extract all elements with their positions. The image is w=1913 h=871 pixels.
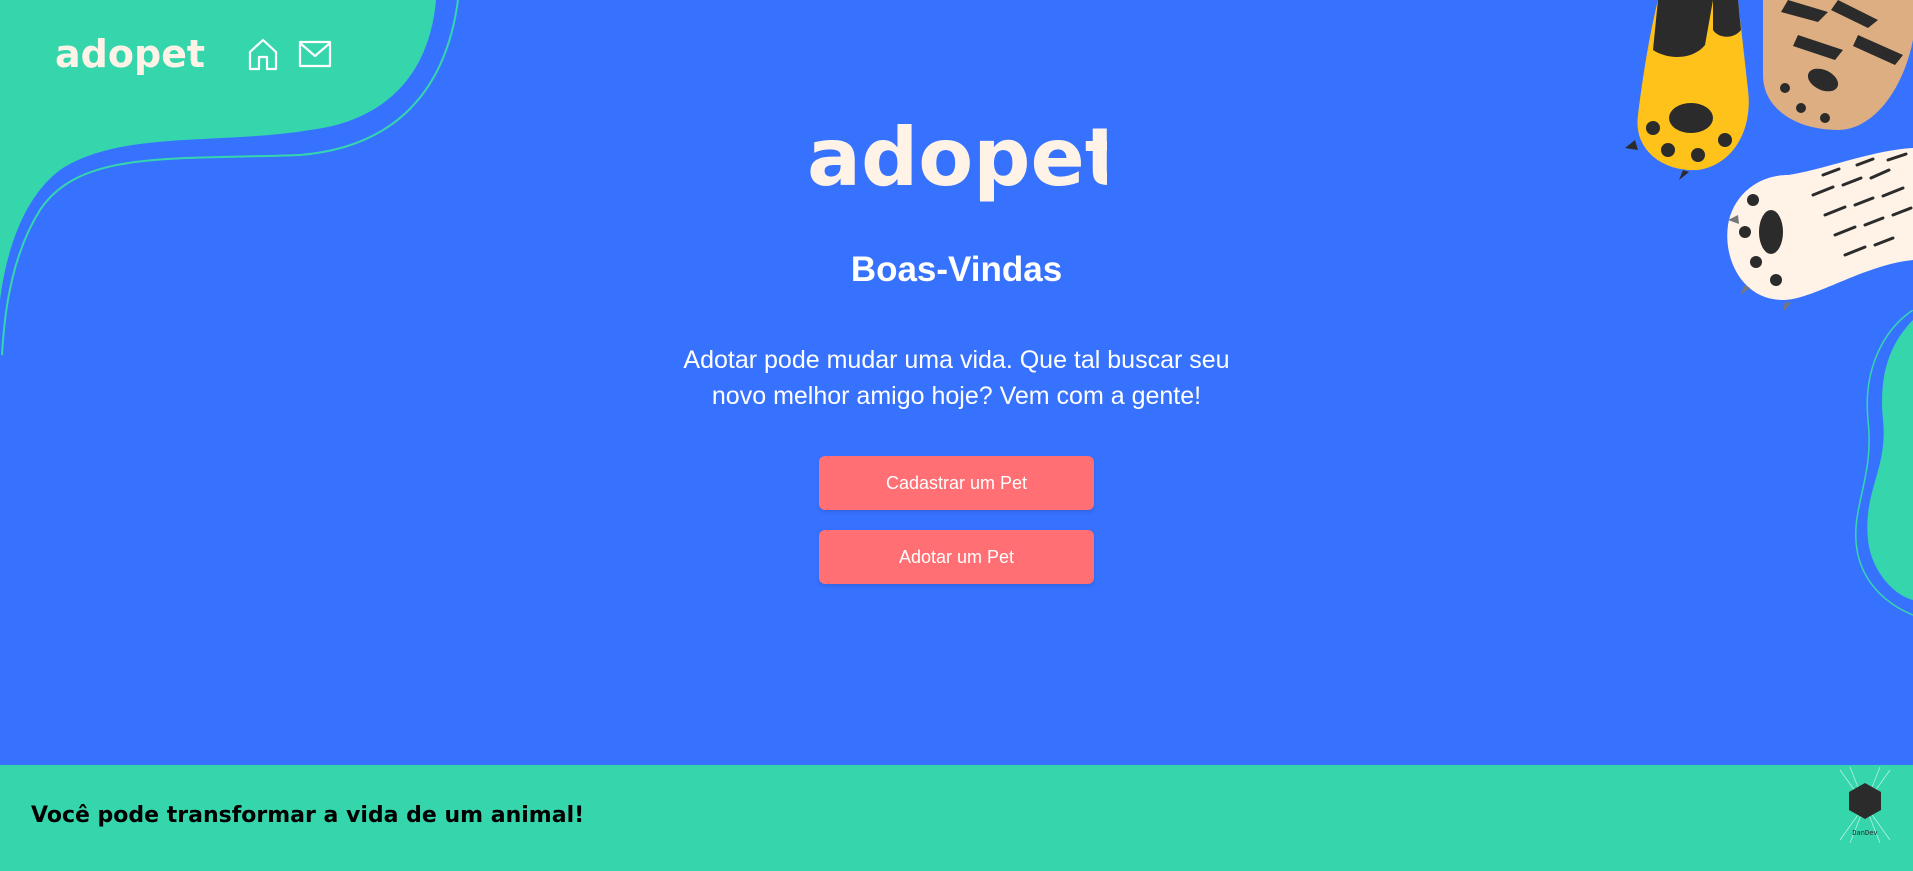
dandev-badge-icon: DanDev [1839, 766, 1891, 844]
home-icon[interactable] [245, 36, 281, 72]
welcome-heading: Boas-Vindas [850, 250, 1063, 289]
brand-text: adopet [55, 33, 205, 75]
main-logo-text: adopet [807, 113, 1107, 203]
footer: Você pode transformar a vida de um anima… [0, 765, 1913, 871]
register-pet-button[interactable]: Cadastrar um Pet [819, 456, 1094, 510]
main-logo: adopet [807, 113, 1107, 203]
mail-icon[interactable] [297, 36, 333, 72]
header: adopet [55, 30, 333, 78]
main-logo-wordmark: adopet [807, 113, 1107, 203]
badge-label: DanDev [1852, 829, 1877, 837]
welcome-subtitle: Adotar pode mudar uma vida. Que tal busc… [683, 346, 1230, 410]
main-content: adopet Boas-Vindas Adotar pode mudar uma… [0, 113, 1913, 584]
nav-icons [245, 36, 333, 72]
brand-logo[interactable]: adopet [55, 33, 215, 75]
footer-text: Você pode transformar a vida de um anima… [31, 803, 585, 828]
adopt-pet-button[interactable]: Adotar um Pet [819, 530, 1094, 584]
tan-paw [1763, 0, 1913, 130]
brand-logo-wordmark: adopet [55, 33, 205, 75]
